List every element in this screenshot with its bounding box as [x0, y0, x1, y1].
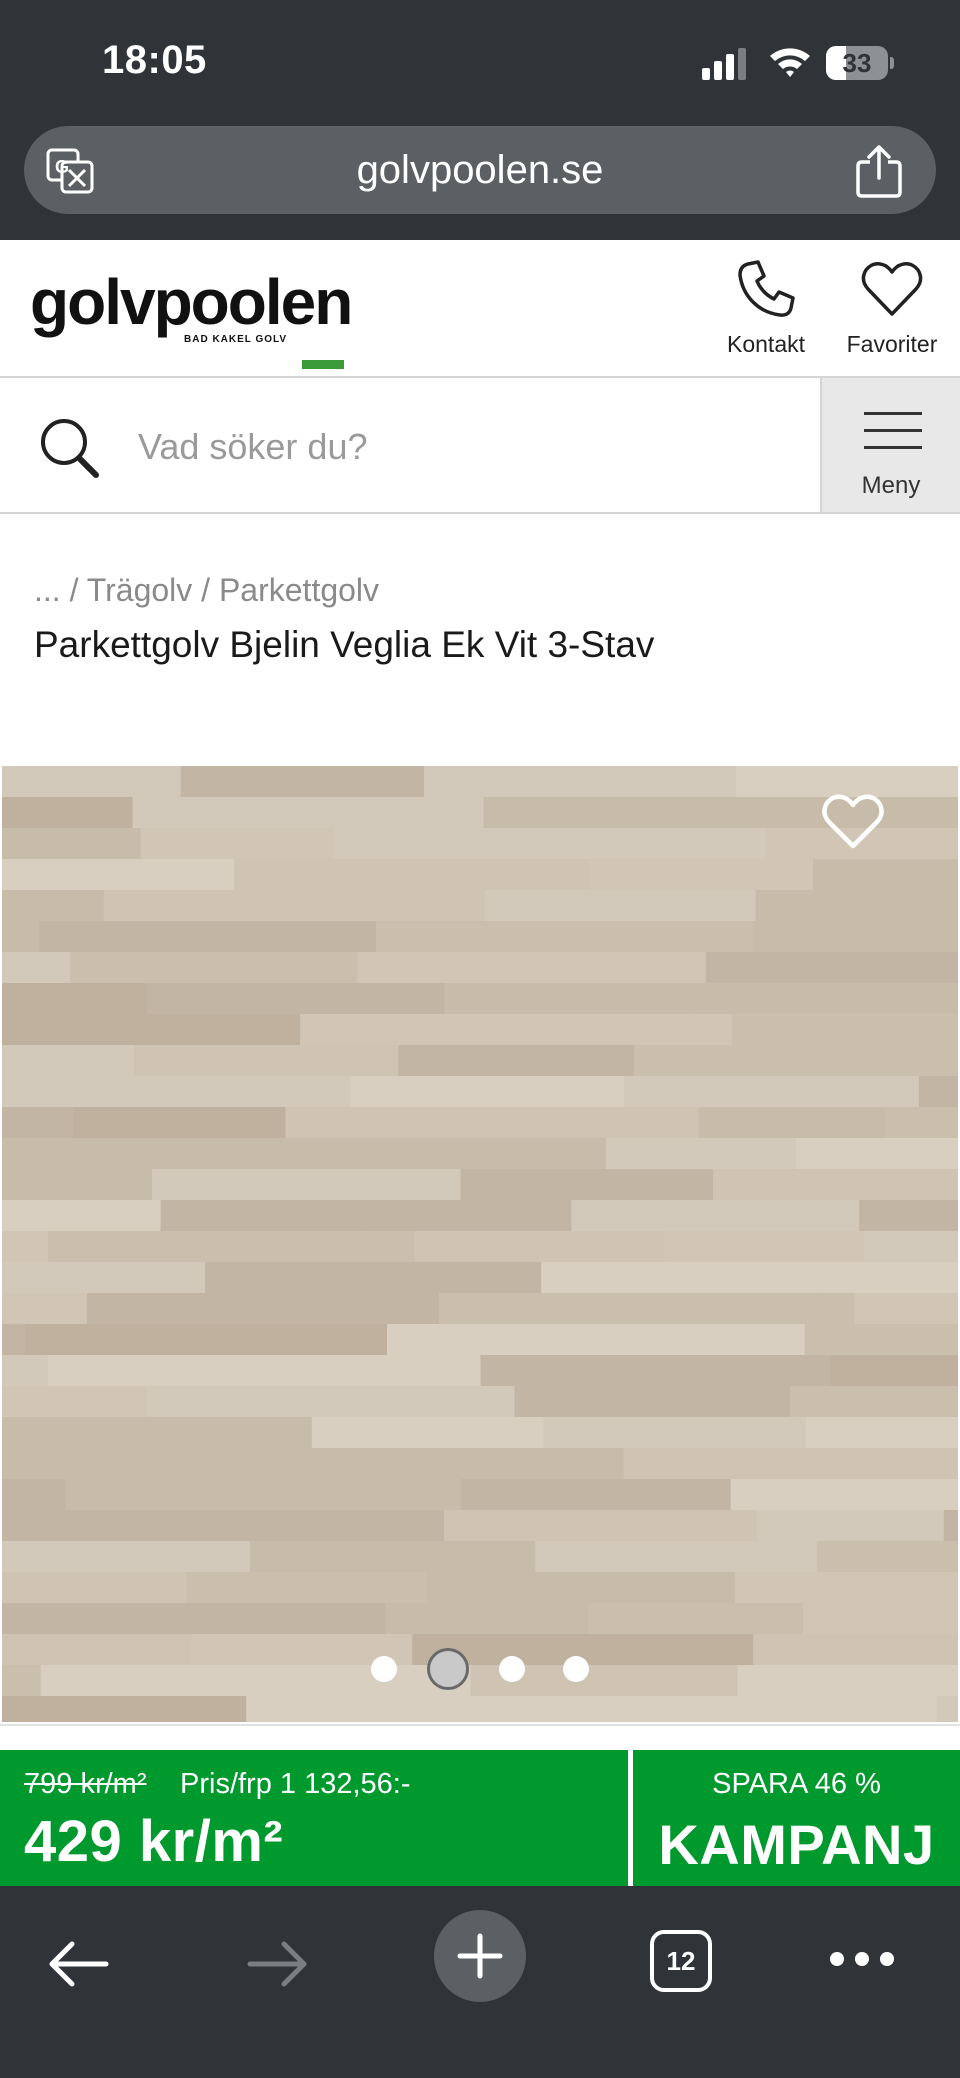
gallery-pagination [2, 1646, 958, 1690]
package-price: Pris/frp 1 132,56:- [180, 1768, 411, 1800]
hamburger-icon [864, 412, 922, 452]
gallery-dot[interactable] [371, 1656, 397, 1682]
menu-button[interactable]: Meny [820, 378, 960, 512]
svg-text:G: G [55, 157, 69, 177]
logo-tagline: BAD KAKEL GOLV [184, 334, 288, 345]
plus-icon [457, 1933, 503, 1979]
share-icon[interactable] [854, 144, 904, 198]
contact-label: Kontakt [727, 331, 805, 357]
cellular-signal-icon [702, 48, 748, 80]
address-bar[interactable]: golvpoolen.se G [24, 126, 936, 214]
breadcrumb[interactable]: ... / Trägolv / Parkettgolv [34, 572, 379, 609]
savings-label: SPARA 46 % [712, 1768, 881, 1800]
browser-address-area: golvpoolen.se G [0, 120, 960, 240]
current-price: 429 kr/m² [24, 1809, 284, 1874]
add-to-favorites-icon[interactable] [820, 792, 886, 852]
product-image [2, 766, 958, 1722]
wifi-icon [770, 48, 810, 77]
back-arrow-icon[interactable] [44, 1936, 112, 1992]
battery-icon: 33 [826, 46, 894, 80]
forward-arrow-icon[interactable] [244, 1936, 312, 1992]
tabs-icon[interactable]: 12 [650, 1930, 712, 1992]
logo-wordmark: golvpoolen [30, 266, 353, 338]
new-tab-button[interactable] [434, 1910, 526, 2002]
menu-label: Meny [861, 472, 921, 499]
contact-button[interactable]: Kontakt [704, 258, 828, 358]
gallery-dot[interactable] [563, 1656, 589, 1682]
logo-accent-bar [302, 360, 344, 369]
favorites-label: Favoriter [846, 331, 938, 357]
gallery-dot[interactable] [499, 1656, 525, 1682]
search-icon[interactable] [38, 416, 102, 480]
browser-toolbar: 12 [0, 1886, 960, 2078]
more-icon[interactable] [830, 1950, 894, 1970]
status-time: 18:05 [102, 38, 207, 82]
price-bar: 799 kr/m² Pris/frp 1 132,56:- 429 kr/m² … [0, 1750, 960, 1886]
translate-icon[interactable]: G [46, 148, 94, 194]
product-title: Parkettgolv Bjelin Veglia Ek Vit 3-Stav [34, 624, 655, 665]
phone-icon [738, 260, 795, 317]
original-price: 799 kr/m² [24, 1768, 147, 1800]
campaign-badge: KAMPANJ [658, 1813, 935, 1876]
heart-icon [861, 262, 923, 316]
favorites-button[interactable]: Favoriter [836, 258, 948, 358]
site-header: golvpoolen BAD KAKEL GOLV Kontakt Favori… [0, 240, 960, 378]
url-text[interactable]: golvpoolen.se [24, 126, 936, 214]
gallery-dot[interactable] [427, 1648, 469, 1690]
site-logo[interactable]: golvpoolen BAD KAKEL GOLV [30, 266, 353, 369]
status-bar: 18:05 33 [0, 0, 960, 120]
search-input[interactable] [138, 412, 798, 482]
battery-level: 33 [842, 48, 872, 78]
product-image-gallery[interactable] [2, 766, 958, 1722]
search-bar: Meny [0, 378, 960, 514]
divider [0, 1724, 960, 1726]
